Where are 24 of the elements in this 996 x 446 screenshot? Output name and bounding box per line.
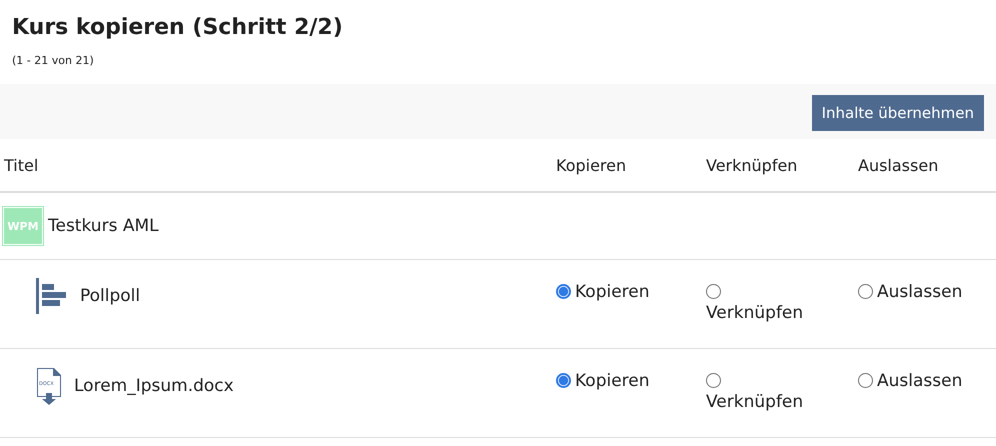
option-label: Auslassen: [877, 370, 962, 393]
option-label: Auslassen: [877, 281, 962, 304]
column-header: Titel: [3, 156, 40, 174]
radio-button[interactable]: [556, 373, 571, 388]
course-icon: WPM: [4, 208, 42, 244]
course-title: Testkurs AML: [48, 216, 159, 236]
column-header: Kopieren: [555, 156, 628, 174]
apply-button[interactable]: Inhalte übernehmen: [812, 94, 984, 130]
item-title: Pollpoll: [80, 286, 140, 306]
radio-button[interactable]: [556, 284, 571, 299]
radio-button[interactable]: [706, 373, 721, 388]
radio-button[interactable]: [706, 284, 721, 299]
option-label: Kopieren: [575, 281, 650, 304]
result-count: (1 - 21 von 21): [11, 53, 95, 69]
column-header: Auslassen: [857, 156, 940, 174]
poll-icon: [36, 278, 68, 314]
radio-button[interactable]: [858, 373, 873, 388]
option-label: Kopieren: [575, 370, 650, 393]
item-title: Lorem_Ipsum.docx: [74, 376, 234, 396]
column-header: Verknüpfen: [705, 156, 798, 174]
option-label: Verknüpfen: [706, 391, 804, 414]
radio-button[interactable]: [858, 284, 873, 299]
page-title: Kurs kopieren (Schritt 2/2): [11, 14, 344, 42]
option-label: Verknüpfen: [706, 302, 804, 325]
